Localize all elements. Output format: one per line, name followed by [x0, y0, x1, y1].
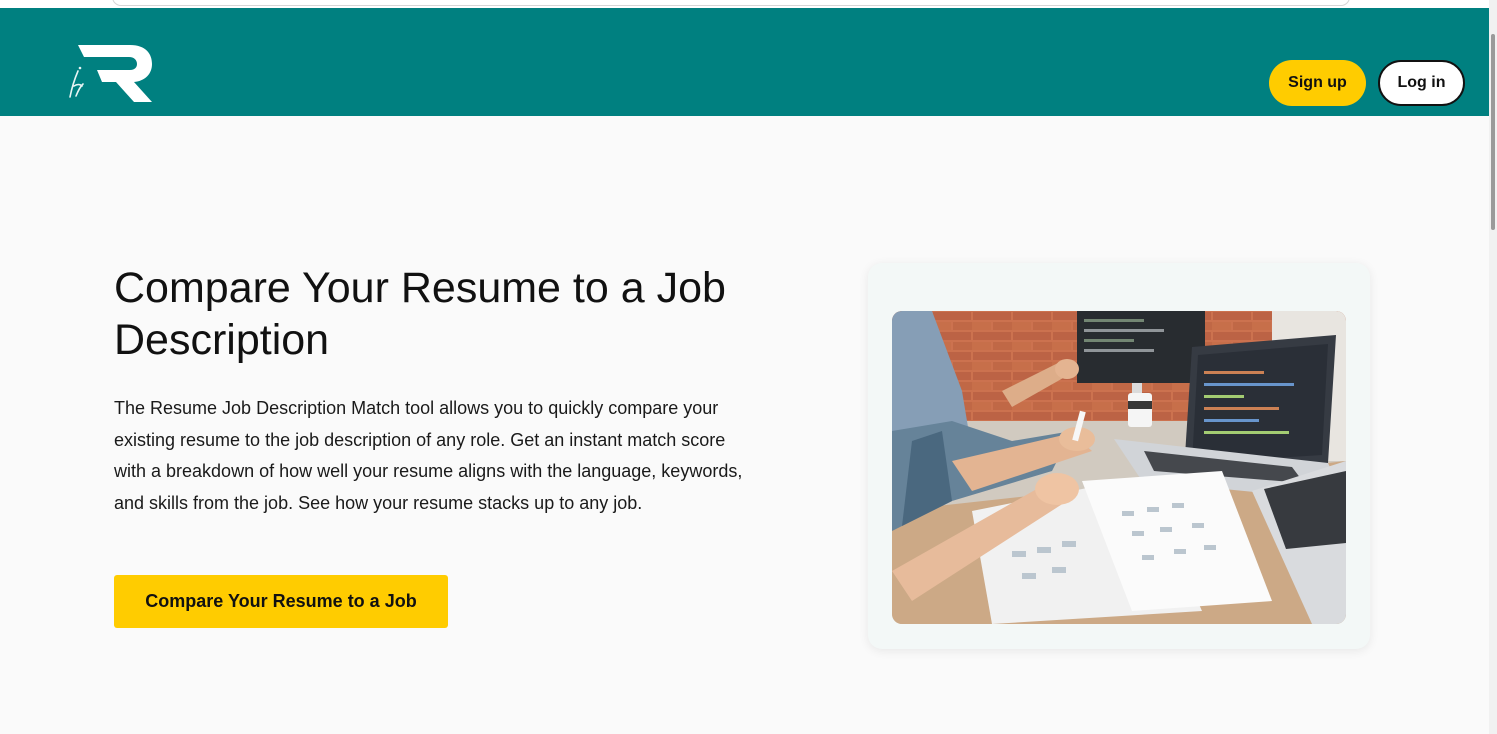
page-title: Compare Your Resume to a Job Description [114, 264, 726, 364]
r-logo-icon[interactable] [64, 42, 156, 108]
workspace-photo-icon [892, 311, 1346, 624]
browser-top-strip [0, 0, 1489, 8]
hero-description: The Resume Job Description Match tool al… [114, 398, 743, 513]
compare-resume-button[interactable]: Compare Your Resume to a Job [114, 575, 448, 628]
login-button[interactable]: Log in [1378, 60, 1465, 106]
address-bar[interactable] [112, 0, 1350, 6]
hero-image-card [868, 263, 1370, 649]
scrollbar-thumb[interactable] [1491, 34, 1495, 230]
site-header: Sign up Log in [0, 8, 1489, 116]
page-scrollbar[interactable] [1489, 0, 1497, 734]
signup-button[interactable]: Sign up [1269, 60, 1366, 106]
